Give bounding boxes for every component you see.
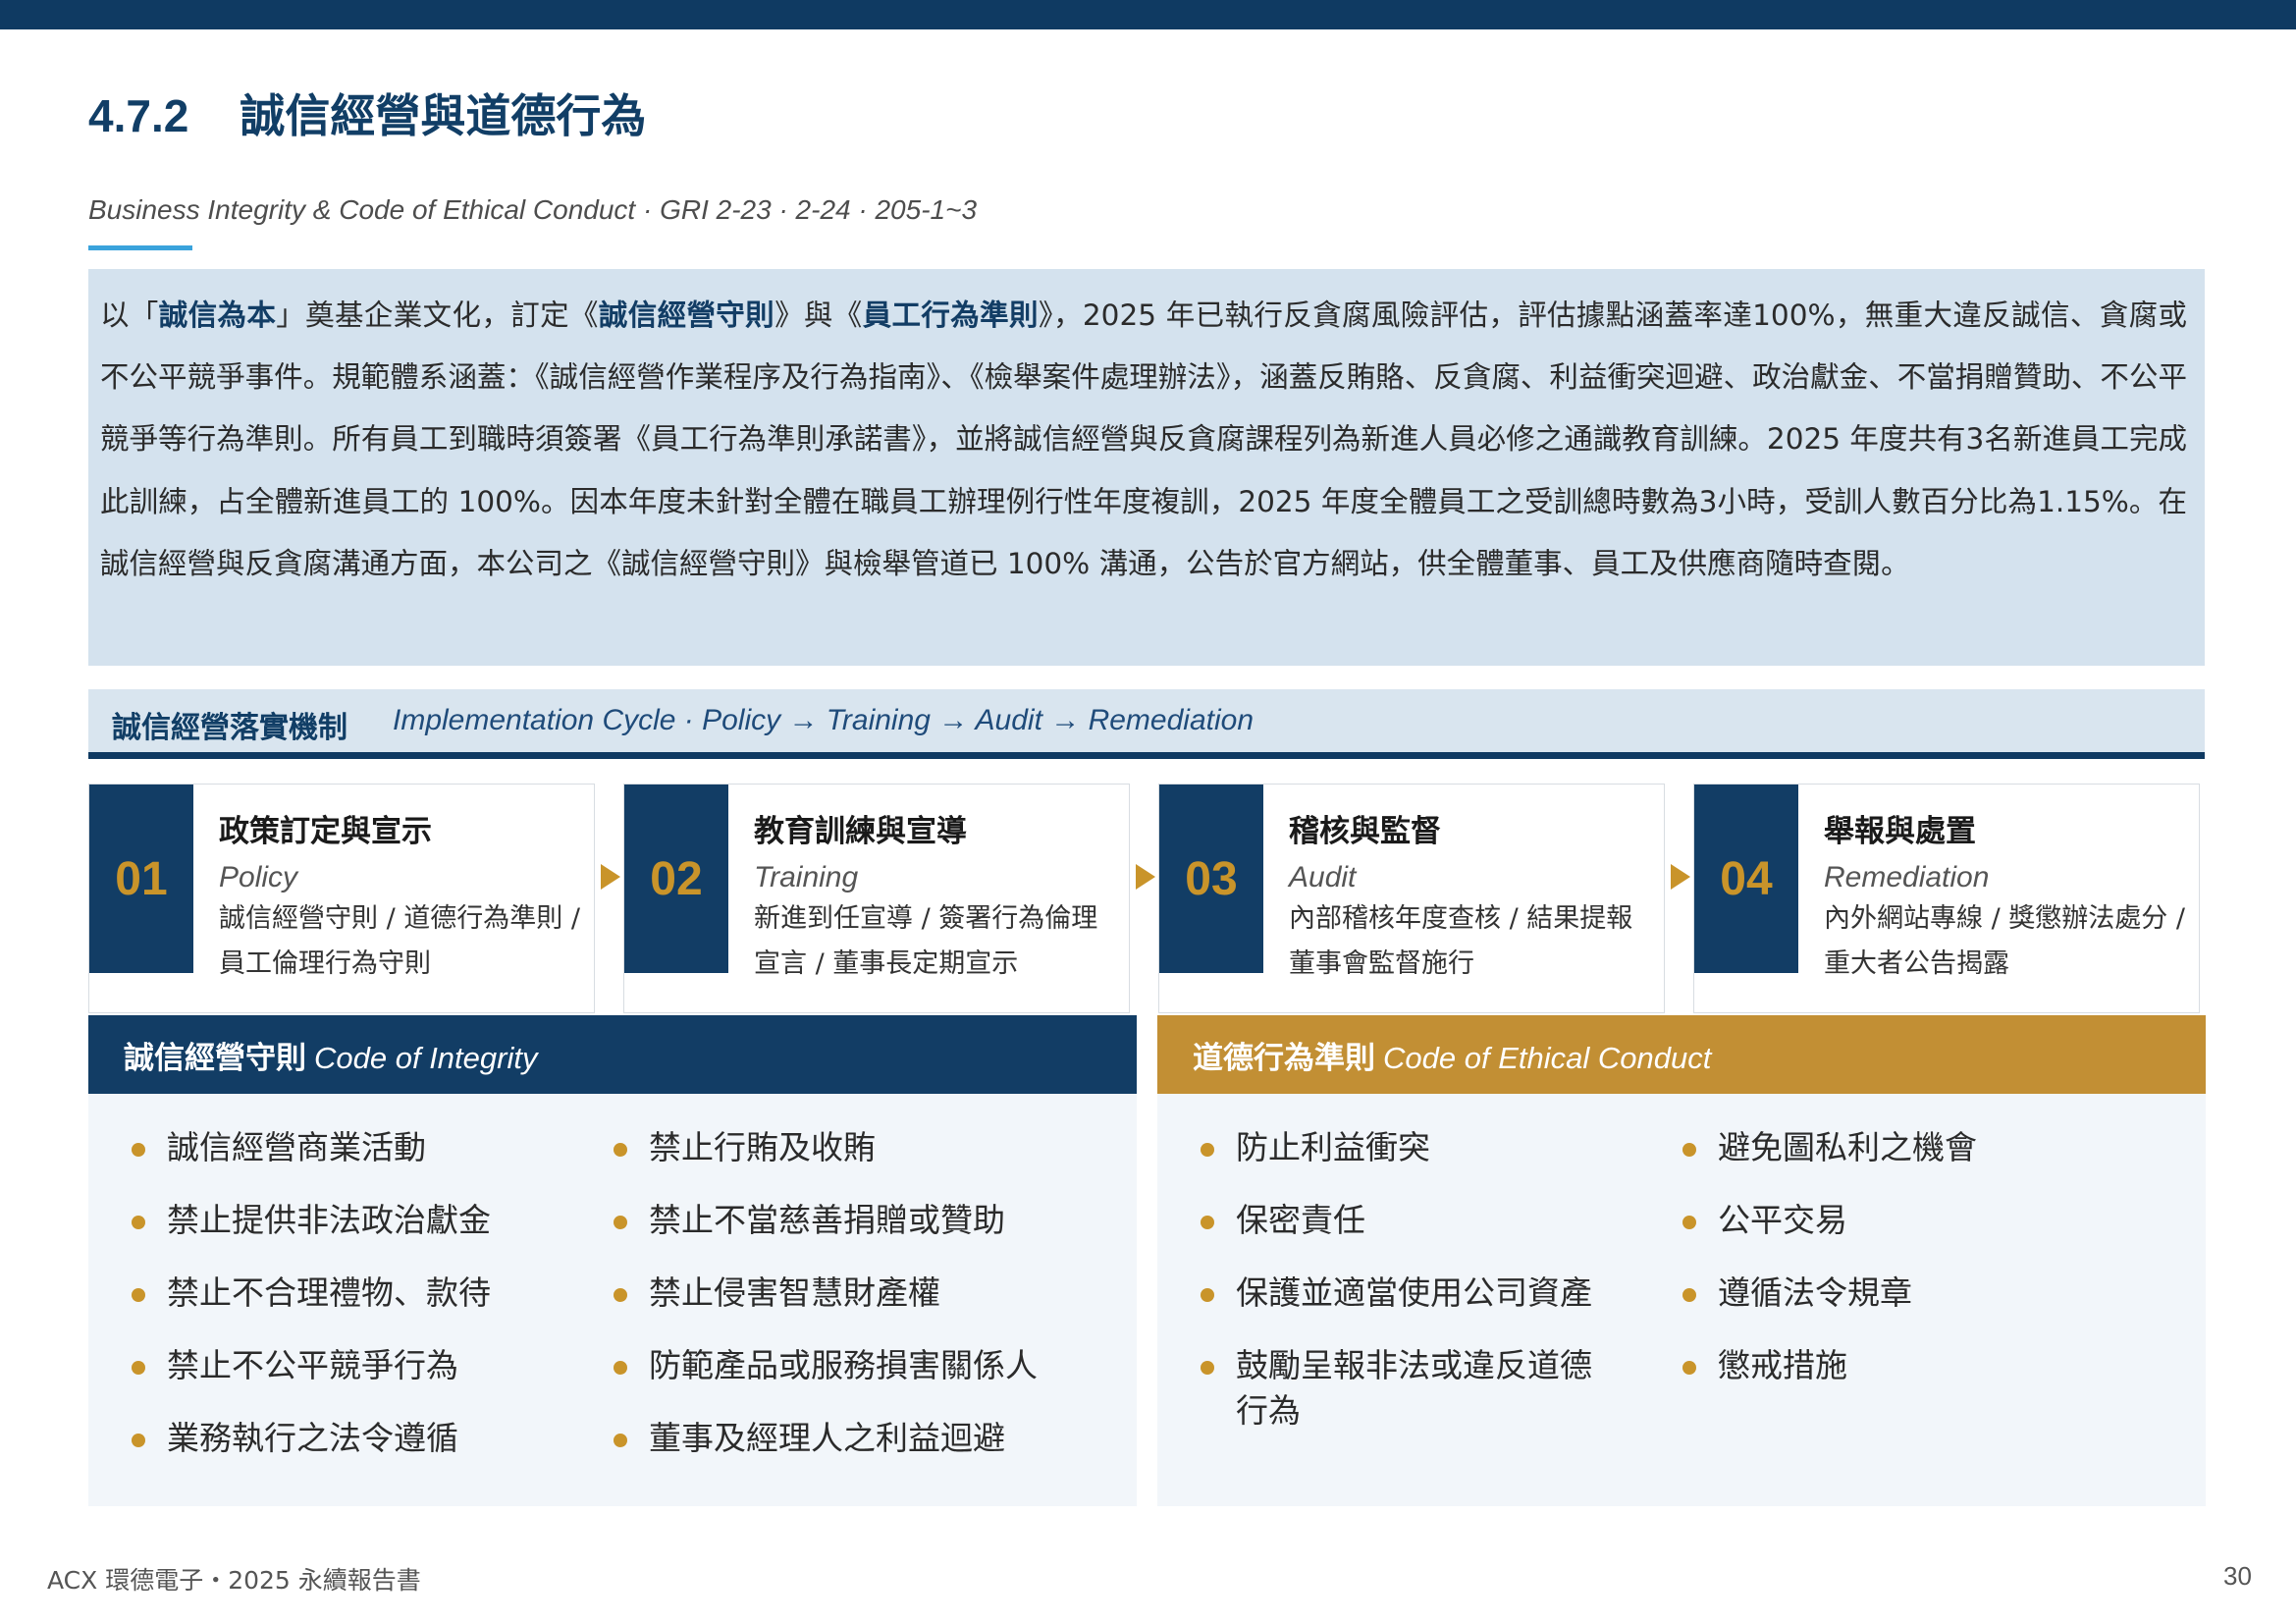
panel-title-en: Code of Integrity xyxy=(314,1041,538,1075)
step-card-remediation: 04 舉報與處置 Remediation 內外網站專線 / 獎懲辦法處分 / 重… xyxy=(1693,784,2200,1013)
list-item: 保密責任 xyxy=(1187,1198,1619,1243)
section-heading: 4.7.2 誠信經營與道德行為 xyxy=(88,81,646,145)
step-description: 內外網站專線 / 獎懲辦法處分 / 重大者公告揭露 xyxy=(1824,903,2185,979)
step-card-policy: 01 政策訂定與宣示 Policy 誠信經營守則 / 道德行為準則 / 員工倫理… xyxy=(88,784,595,1013)
list-item: 公平交易 xyxy=(1669,1198,2120,1243)
list-item: 禁止不公平競爭行為 xyxy=(118,1343,569,1388)
step-english: Policy xyxy=(219,861,298,893)
panel-title-zh: 誠信經營守則 xyxy=(124,1041,306,1076)
list-item: 鼓勵呈報非法或違反道德行為 xyxy=(1187,1343,1619,1434)
section-subtitle: Business Integrity & Code of Ethical Con… xyxy=(88,194,978,225)
step-description: 誠信經營守則 / 道德行為準則 / 員工倫理行為守則 xyxy=(219,903,580,979)
page-number: 30 xyxy=(2223,1561,2252,1591)
step-english: Training xyxy=(754,861,859,893)
mechanism-subtitle: Implementation Cycle · Policy → Training… xyxy=(393,704,1255,736)
list-item: 誠信經營商業活動 xyxy=(118,1125,569,1170)
list-item: 懲戒措施 xyxy=(1669,1343,2120,1388)
ethics-panel-header: 道德行為準則 Code of Ethical Conduct xyxy=(1157,1015,2206,1094)
integrity-list-col2: 禁止行賄及收賄 禁止不當慈善捐贈或贊助 禁止侵害智慧財產權 防範產品或服務損害關… xyxy=(600,1125,1051,1489)
ethical-conduct-panel: 道德行為準則 Code of Ethical Conduct 防止利益衝突 保密責… xyxy=(1157,1015,2206,1506)
arrow-right-icon xyxy=(1671,864,1690,890)
list-item: 保護並適當使用公司資產 xyxy=(1187,1271,1619,1316)
list-item: 禁止不當慈善捐贈或贊助 xyxy=(600,1198,1051,1243)
intro-emphasis: 員工行為準則 xyxy=(862,298,1039,332)
subtitle-underline xyxy=(88,245,192,250)
integrity-panel-header: 誠信經營守則 Code of Integrity xyxy=(88,1015,1137,1094)
step-number: 03 xyxy=(1159,785,1263,973)
step-title: 政策訂定與宣示 xyxy=(219,814,432,849)
integrity-list-col1: 誠信經營商業活動 禁止提供非法政治獻金 禁止不合理禮物、款待 禁止不公平競爭行為… xyxy=(118,1125,569,1489)
list-item: 防範產品或服務損害關係人 xyxy=(600,1343,1051,1388)
step-card-training: 02 教育訓練與宣導 Training 新進到任宣導 / 簽署行為倫理宣言 / … xyxy=(623,784,1130,1013)
intro-paragraph: 以「誠信為本」奠基企業文化，訂定《誠信經營守則》與《員工行為準則》，2025 年… xyxy=(100,298,2187,580)
list-item: 禁止侵害智慧財產權 xyxy=(600,1271,1051,1316)
intro-emphasis: 誠信為本 xyxy=(158,298,277,332)
step-description: 內部稽核年度查核 / 結果提報董事會監督施行 xyxy=(1289,903,1633,979)
intro-box: 以「誠信為本」奠基企業文化，訂定《誠信經營守則》與《員工行為準則》，2025 年… xyxy=(88,269,2205,666)
list-item: 禁止行賄及收賄 xyxy=(600,1125,1051,1170)
arrow-right-icon xyxy=(1136,864,1155,890)
footer-report-title: ACX 環德電子・2025 永續報告書 xyxy=(47,1566,421,1595)
arrow-right-icon xyxy=(601,864,620,890)
panel-title-en: Code of Ethical Conduct xyxy=(1383,1041,1712,1075)
step-title: 舉報與處置 xyxy=(1824,814,1976,849)
list-item: 遵循法令規章 xyxy=(1669,1271,2120,1316)
list-item: 避免圖私利之機會 xyxy=(1669,1125,2120,1170)
list-item: 防止利益衝突 xyxy=(1187,1125,1619,1170)
top-banner xyxy=(0,0,2296,29)
ethics-list-col1: 防止利益衝突 保密責任 保護並適當使用公司資產 鼓勵呈報非法或違反道德行為 xyxy=(1187,1125,1619,1461)
step-number: 01 xyxy=(89,785,193,973)
integrity-code-panel: 誠信經營守則 Code of Integrity 誠信經營商業活動 禁止提供非法政… xyxy=(88,1015,1137,1506)
ethics-list-col2: 避免圖私利之機會 公平交易 遵循法令規章 懲戒措施 xyxy=(1669,1125,2120,1416)
step-english: Remediation xyxy=(1824,861,1990,893)
step-number: 02 xyxy=(624,785,728,973)
step-card-audit: 03 稽核與監督 Audit 內部稽核年度查核 / 結果提報董事會監督施行 xyxy=(1158,784,1665,1013)
mechanism-header: 誠信經營落實機制 Implementation Cycle · Policy →… xyxy=(88,689,2205,759)
intro-emphasis: 誠信經營守則 xyxy=(598,298,775,332)
section-number: 4.7.2 xyxy=(88,90,189,141)
step-title: 稽核與監督 xyxy=(1289,814,1441,849)
panel-title-zh: 道德行為準則 xyxy=(1193,1041,1375,1076)
list-item: 業務執行之法令遵循 xyxy=(118,1416,569,1461)
section-title: 誠信經營與道德行為 xyxy=(240,89,647,142)
step-description: 新進到任宣導 / 簽署行為倫理宣言 / 董事長定期宣示 xyxy=(754,903,1098,979)
list-item: 禁止不合理禮物、款待 xyxy=(118,1271,569,1316)
step-english: Audit xyxy=(1289,861,1357,893)
list-item: 禁止提供非法政治獻金 xyxy=(118,1198,569,1243)
step-title: 教育訓練與宣導 xyxy=(754,814,967,849)
mechanism-title: 誠信經營落實機制 xyxy=(112,711,347,745)
list-item: 董事及經理人之利益迴避 xyxy=(600,1416,1051,1461)
step-number: 04 xyxy=(1694,785,1798,973)
